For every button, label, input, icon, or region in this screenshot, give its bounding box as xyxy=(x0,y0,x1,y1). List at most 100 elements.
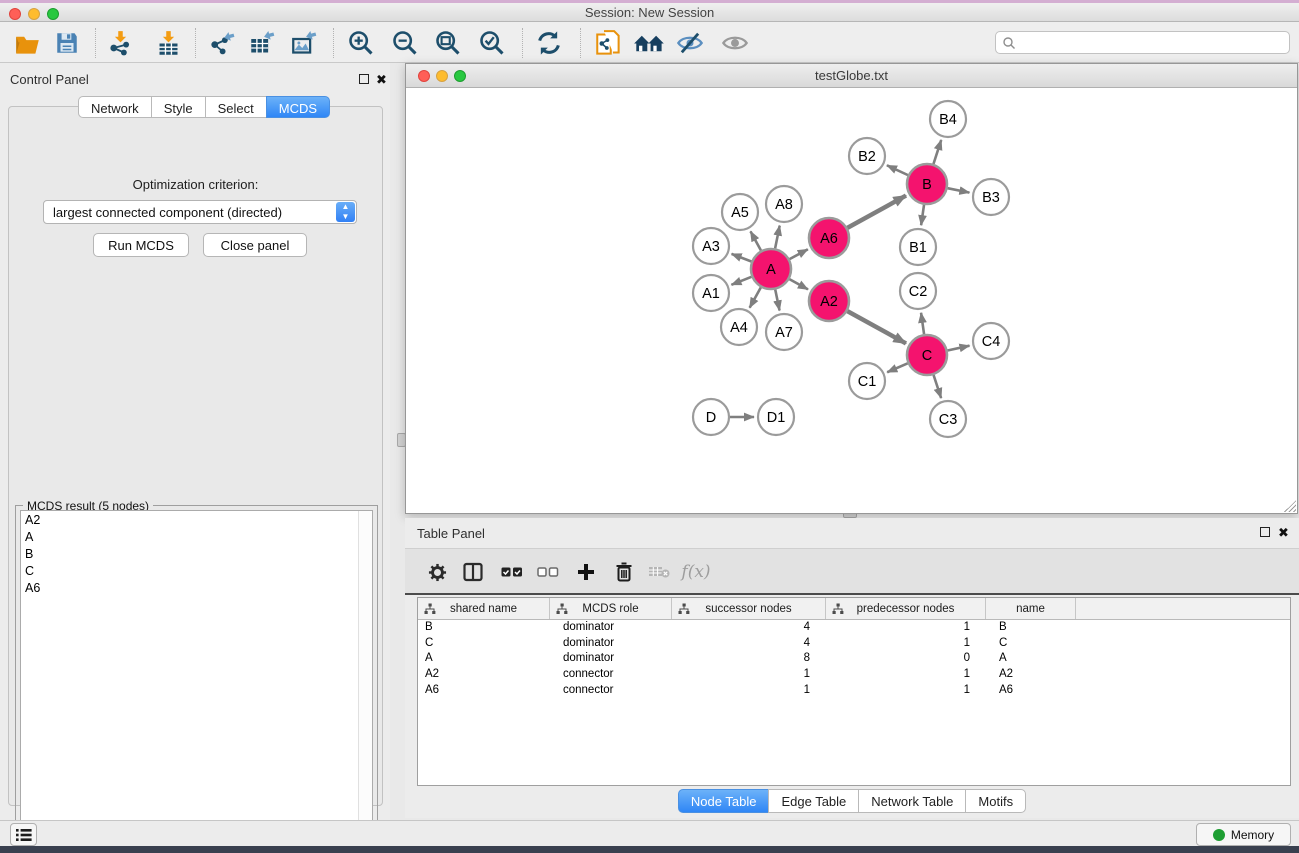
node-A3[interactable]: A3 xyxy=(693,228,729,264)
search-input[interactable] xyxy=(995,31,1290,54)
cell-shared-name[interactable]: B xyxy=(418,620,550,636)
network-view-window[interactable]: testGlobe.txt AA1A2A3A4A5A6A7A8BB1B2B3B4… xyxy=(405,63,1298,514)
result-list-item[interactable]: C xyxy=(21,562,372,579)
node-C[interactable]: C xyxy=(907,335,947,375)
new-network-from-selection-icon[interactable] xyxy=(594,29,622,57)
import-table-icon[interactable] xyxy=(154,29,182,57)
cell-successor-nodes[interactable]: 4 xyxy=(672,636,826,652)
cell-shared-name[interactable]: A xyxy=(418,651,550,667)
cell-name[interactable]: A2 xyxy=(986,667,1076,683)
cell-mcds-role[interactable]: connector xyxy=(550,667,672,683)
node-B1[interactable]: B1 xyxy=(900,229,936,265)
mcds-result-list[interactable]: A2ABCA6 xyxy=(20,510,373,838)
cell-shared-name[interactable]: A6 xyxy=(418,683,550,699)
zoom-fit-icon[interactable] xyxy=(434,29,462,57)
hide-graphics-details-icon[interactable] xyxy=(676,29,704,57)
cell-name[interactable]: B xyxy=(986,620,1076,636)
edge-A6-B[interactable] xyxy=(847,196,906,228)
table-row[interactable]: Cdominator41C xyxy=(418,636,1290,652)
tab-mcds[interactable]: MCDS xyxy=(266,96,330,118)
zoom-in-icon[interactable] xyxy=(347,29,375,57)
cell-successor-nodes[interactable]: 8 xyxy=(672,651,826,667)
edge-A-A8[interactable] xyxy=(775,226,780,249)
float-panel-icon[interactable] xyxy=(359,74,369,84)
node-A[interactable]: A xyxy=(751,249,791,289)
cell-name[interactable]: A xyxy=(986,651,1076,667)
select-all-icon[interactable] xyxy=(501,561,523,583)
run-mcds-button[interactable]: Run MCDS xyxy=(93,233,189,257)
column-header-shared-name[interactable]: shared name xyxy=(418,598,550,619)
node-C2[interactable]: C2 xyxy=(900,273,936,309)
function-builder-icon[interactable]: f(x) xyxy=(679,561,713,583)
tab-motifs[interactable]: Motifs xyxy=(965,789,1026,813)
edge-A-A2[interactable] xyxy=(789,279,808,289)
table-row[interactable]: A2connector11A2 xyxy=(418,667,1290,683)
node-A7[interactable]: A7 xyxy=(766,314,802,350)
close-panel-icon[interactable]: ✖ xyxy=(376,75,387,85)
result-list-item[interactable]: B xyxy=(21,545,372,562)
node-B2[interactable]: B2 xyxy=(849,138,885,174)
cell-name[interactable]: A6 xyxy=(986,683,1076,699)
apply-layout-icon[interactable] xyxy=(535,29,563,57)
result-list-item[interactable]: A xyxy=(21,528,372,545)
cell-successor-nodes[interactable]: 1 xyxy=(672,683,826,699)
node-A6[interactable]: A6 xyxy=(809,218,849,258)
node-D1[interactable]: D1 xyxy=(758,399,794,435)
cell-predecessor-nodes[interactable]: 1 xyxy=(826,683,986,699)
edge-B-B3[interactable] xyxy=(948,188,970,192)
table-row[interactable]: Bdominator41B xyxy=(418,620,1290,636)
edge-A-A5[interactable] xyxy=(751,231,761,250)
close-panel-button[interactable]: Close panel xyxy=(203,233,307,257)
node-C1[interactable]: C1 xyxy=(849,363,885,399)
cell-predecessor-nodes[interactable]: 1 xyxy=(826,620,986,636)
column-header-predecessor-nodes[interactable]: predecessor nodes xyxy=(826,598,986,619)
show-graphics-details-icon[interactable] xyxy=(721,29,749,57)
task-history-button[interactable] xyxy=(10,823,37,846)
edge-B-B2[interactable] xyxy=(887,165,908,175)
cell-mcds-role[interactable]: dominator xyxy=(550,620,672,636)
edge-C-C4[interactable] xyxy=(948,346,970,351)
node-A5[interactable]: A5 xyxy=(722,194,758,230)
edge-C-C1[interactable] xyxy=(887,363,908,372)
export-network-icon[interactable] xyxy=(207,29,235,57)
show-network-overview-icon[interactable] xyxy=(632,29,666,57)
cell-predecessor-nodes[interactable]: 1 xyxy=(826,636,986,652)
cell-predecessor-nodes[interactable]: 1 xyxy=(826,667,986,683)
node-B[interactable]: B xyxy=(907,164,947,204)
node-A2[interactable]: A2 xyxy=(809,281,849,321)
edge-C-C3[interactable] xyxy=(934,375,942,398)
delete-table-icon[interactable] xyxy=(648,561,670,583)
edge-A-A4[interactable] xyxy=(750,287,761,307)
close-table-panel-icon[interactable]: ✖ xyxy=(1278,528,1289,538)
edge-C-C2[interactable] xyxy=(921,313,924,334)
deselect-all-icon[interactable] xyxy=(537,561,559,583)
tab-style[interactable]: Style xyxy=(151,96,205,118)
edge-A-A3[interactable] xyxy=(732,254,752,262)
result-list-item[interactable]: A2 xyxy=(21,511,372,528)
cell-name[interactable]: C xyxy=(986,636,1076,652)
cell-mcds-role[interactable]: dominator xyxy=(550,651,672,667)
node-B3[interactable]: B3 xyxy=(973,179,1009,215)
export-table-icon[interactable] xyxy=(248,29,276,57)
tab-node-table[interactable]: Node Table xyxy=(678,789,769,813)
zoom-out-icon[interactable] xyxy=(391,29,419,57)
edge-A-A7[interactable] xyxy=(775,290,779,311)
show-columns-icon[interactable] xyxy=(462,561,484,583)
result-list-item[interactable]: A6 xyxy=(21,579,372,596)
window-resize-grip[interactable] xyxy=(1284,500,1296,512)
table-settings-gear-icon[interactable] xyxy=(426,561,448,583)
tab-select[interactable]: Select xyxy=(205,96,266,118)
network-window-titlebar[interactable]: testGlobe.txt xyxy=(406,64,1297,88)
column-header-mcds-role[interactable]: MCDS role xyxy=(550,598,672,619)
node-C3[interactable]: C3 xyxy=(930,401,966,437)
cell-mcds-role[interactable]: connector xyxy=(550,683,672,699)
table-row[interactable]: Adominator80A xyxy=(418,651,1290,667)
edge-A2-C[interactable] xyxy=(847,311,906,343)
export-image-icon[interactable] xyxy=(290,29,318,57)
tab-network[interactable]: Network xyxy=(78,96,151,118)
tab-network-table[interactable]: Network Table xyxy=(858,789,965,813)
node-C4[interactable]: C4 xyxy=(973,323,1009,359)
edge-A-A6[interactable] xyxy=(790,249,808,259)
node-D[interactable]: D xyxy=(693,399,729,435)
cell-successor-nodes[interactable]: 4 xyxy=(672,620,826,636)
